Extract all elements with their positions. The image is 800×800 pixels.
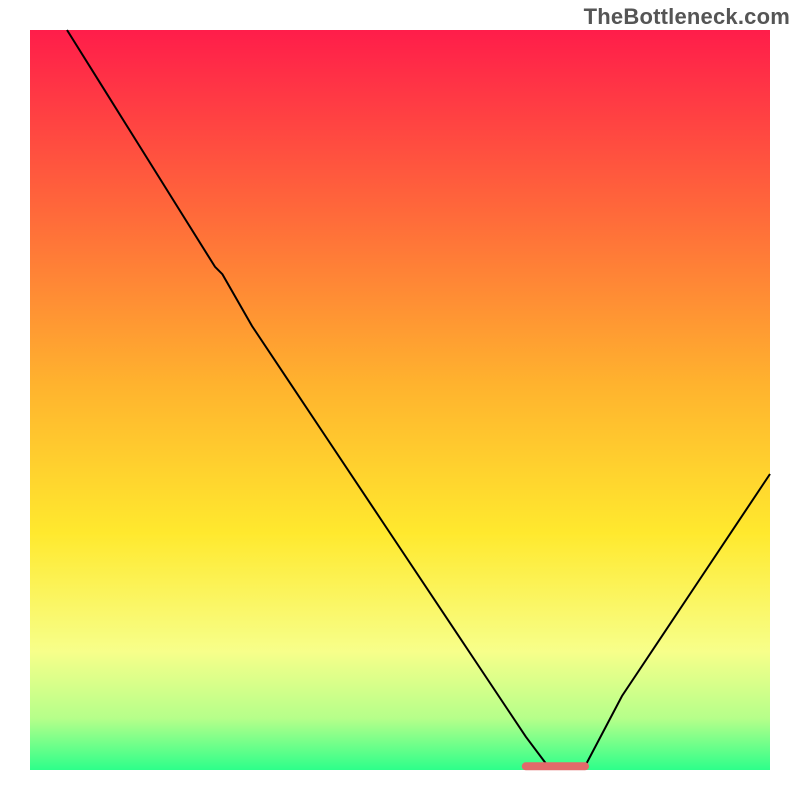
bottleneck-chart	[0, 0, 800, 800]
watermark-text: TheBottleneck.com	[584, 4, 790, 30]
gradient-background	[30, 30, 770, 770]
chart-stage: TheBottleneck.com	[0, 0, 800, 800]
